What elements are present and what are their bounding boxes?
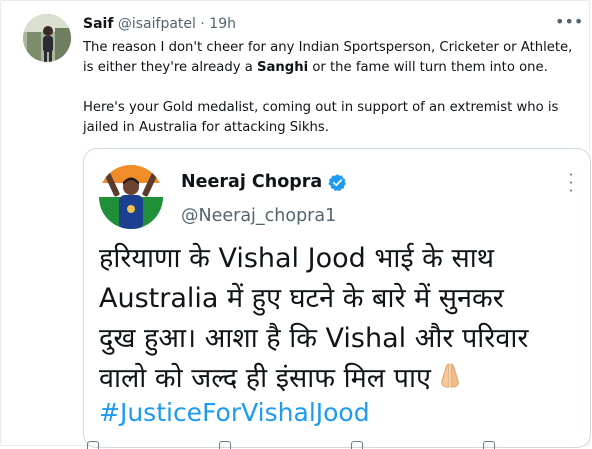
tweet-body: The reason I don't cheer for any Indian … <box>83 38 583 138</box>
author-handle[interactable]: @isaifpatel <box>118 16 196 32</box>
tweet-paragraph-1: The reason I don't cheer for any Indian … <box>83 38 583 78</box>
folded-hands-icon <box>441 363 459 388</box>
quoted-line-3: दुख हुआ। आशा है कि Vishal और परिवार <box>99 323 529 354</box>
tweet-timestamp[interactable]: 19h <box>209 16 236 32</box>
hashtag-link[interactable]: #JusticeForVishalJood <box>99 397 370 429</box>
more-horizontal-icon[interactable]: ••• <box>555 14 583 34</box>
tweet-paragraph-2: Here's your Gold medalist, coming out in… <box>83 98 583 138</box>
tweet-line-2-before: is either they're already a <box>83 60 257 75</box>
quoted-line-2: Australia में हुए घटने के बारे में सुनकर <box>99 283 504 314</box>
quoted-author-handle[interactable]: @Neeraj_chopra1 <box>181 204 336 228</box>
author-name[interactable]: Saif <box>83 16 113 32</box>
tweet-header: Saif @isaifpatel · 19h ••• <box>83 14 583 34</box>
quoted-avatar-image <box>99 165 163 229</box>
tweet-bold-word: Sanghi <box>256 60 309 75</box>
avatar-image <box>23 14 71 62</box>
more-vertical-icon[interactable]: · · · <box>564 168 578 199</box>
quoted-tweet-text: हरियाणा के Vishal Jood भाई के साथ Austra… <box>99 239 589 399</box>
quoted-tweet[interactable]: Neeraj Chopra @Neeraj_chopra1 · · · हरियाण… <box>83 148 591 448</box>
quoted-author-name[interactable]: Neeraj Chopra <box>181 170 322 194</box>
quoted-author-avatar[interactable] <box>99 165 163 229</box>
tweet-line-1: The reason I don't cheer for any Indian … <box>83 40 573 55</box>
header-separator: · <box>200 16 205 32</box>
quoted-line-4-wrap: वालो को जल्द ही इंसाफ मिल पाए <box>99 359 589 399</box>
author-avatar[interactable] <box>23 14 71 62</box>
tweet-line-2-after: or the fame will turn them into one. <box>308 60 548 75</box>
quoted-line-1: हरियाणा के Vishal Jood भाई के साथ <box>99 243 494 274</box>
tweet-para2-line-2: jailed in Australia for attacking Sikhs. <box>83 120 329 135</box>
quoted-line-4: वालो को जल्द ही इंसाफ मिल पाए <box>99 363 431 394</box>
verified-badge-icon <box>328 174 346 191</box>
tweet-para2-line-1: Here's your Gold medalist, coming out in… <box>83 100 559 115</box>
tweet-card: Saif @isaifpatel · 19h ••• The reason I … <box>0 0 591 449</box>
